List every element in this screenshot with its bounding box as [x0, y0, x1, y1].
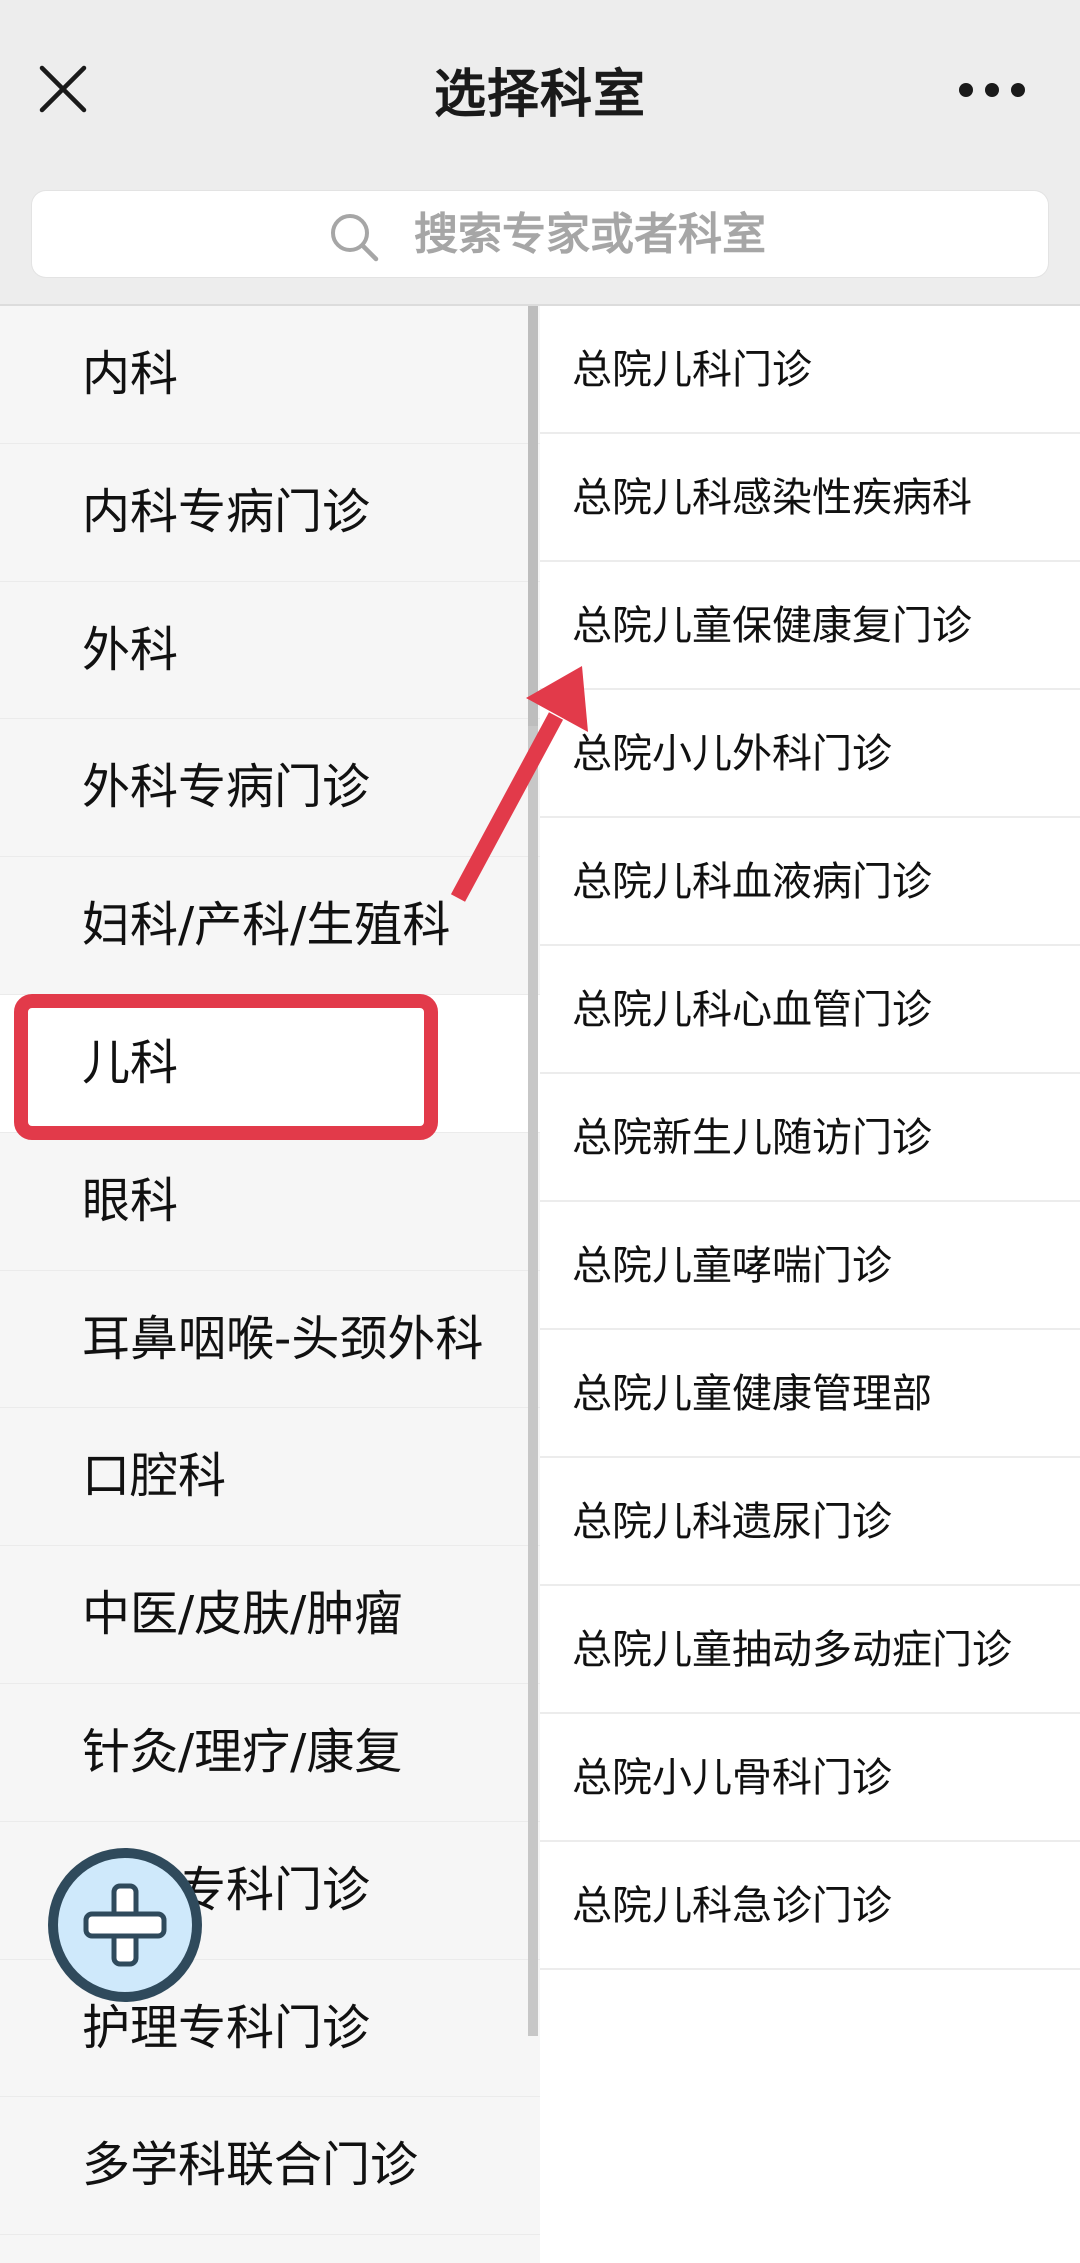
department-item-duoxueke[interactable]: 多学科联合门诊 [0, 2097, 540, 2236]
department-label: 妇科/产科/生殖科 [82, 897, 451, 954]
sub-department-item[interactable]: 总院新生儿随访门诊 [540, 1074, 1080, 1202]
department-label: 专科门诊 [178, 1861, 371, 1918]
sub-department-item[interactable]: 总院儿童健康管理部 [540, 1330, 1080, 1458]
sub-department-label: 总院儿童哮喘门诊 [572, 1243, 892, 1289]
department-label: 口腔科 [82, 1448, 227, 1505]
search-input[interactable] [414, 191, 974, 277]
more-dots-icon [959, 83, 1025, 97]
department-item-waike-zhuanbing[interactable]: 外科专病门诊 [0, 719, 540, 858]
department-label: 内科专病门诊 [82, 483, 371, 540]
sub-department-label: 总院儿科遗尿门诊 [572, 1499, 892, 1545]
department-label: 针灸/理疗/康复 [82, 1723, 403, 1780]
department-label: 中医/皮肤/肿瘤 [82, 1586, 403, 1643]
sub-department-label: 总院儿科门诊 [572, 347, 812, 393]
scrollbar-thumb[interactable] [528, 306, 538, 726]
department-label: 内科 [82, 346, 179, 402]
sub-department-item[interactable]: 总院儿科急诊门诊 [540, 1842, 1080, 1970]
sub-department-label: 总院小儿骨科门诊 [572, 1755, 892, 1801]
page-title: 选择科室 [433, 65, 646, 125]
department-item-zhenjiu[interactable]: 针灸/理疗/康复 [0, 1684, 540, 1822]
floating-add-button[interactable] [48, 1848, 202, 2002]
sub-department-label: 总院儿童保健康复门诊 [572, 603, 972, 649]
sub-department-item[interactable]: 总院儿童抽动多动症门诊 [540, 1586, 1080, 1714]
sub-department-item[interactable]: 总院儿科门诊 [540, 306, 1080, 434]
sub-department-item[interactable]: 总院儿科血液病门诊 [540, 818, 1080, 946]
title-bar: 选择科室 [0, 0, 1080, 166]
sub-department-label: 总院儿童健康管理部 [572, 1371, 932, 1417]
department-label: 外科专病门诊 [82, 759, 371, 816]
department-item-yanke[interactable]: 眼科 [0, 1133, 540, 1271]
sub-department-label: 总院儿科急诊门诊 [572, 1883, 892, 1929]
sub-department-item[interactable]: 总院儿科心血管门诊 [540, 946, 1080, 1074]
department-label: 儿科 [82, 1034, 179, 1091]
sub-department-label: 总院小儿外科门诊 [572, 731, 892, 777]
department-label: 外科 [82, 621, 179, 678]
department-item-waike[interactable]: 外科 [0, 582, 540, 720]
sub-department-item[interactable]: 总院儿童保健康复门诊 [540, 562, 1080, 690]
department-item-neike[interactable]: 内科 [0, 306, 540, 444]
search-icon [331, 214, 379, 262]
department-item-erbiyanhou[interactable]: 耳鼻咽喉-头颈外科 [0, 1271, 540, 1409]
plus-icon [83, 1883, 167, 1967]
sub-department-item[interactable]: 总院小儿外科门诊 [540, 690, 1080, 818]
sub-department-item[interactable]: 总院儿科感染性疾病科 [540, 434, 1080, 562]
department-item-erke[interactable]: 儿科 [0, 994, 540, 1133]
sub-department-item[interactable]: 总院儿童哮喘门诊 [540, 1202, 1080, 1330]
sub-department-label: 总院新生儿随访门诊 [572, 1115, 932, 1161]
sub-department-label: 总院儿科血液病门诊 [572, 859, 932, 905]
department-item-neike-zhuanbing[interactable]: 内科专病门诊 [0, 444, 540, 582]
more-button[interactable] [958, 72, 1062, 108]
sub-department-label: 总院儿科感染性疾病科 [572, 475, 972, 521]
department-item-kouqiang[interactable]: 口腔科 [0, 1408, 540, 1547]
department-label: 多学科联合门诊 [82, 2137, 419, 2194]
sub-department-label: 总院儿科心血管门诊 [572, 987, 932, 1033]
sub-department-label: 总院儿童抽动多动症门诊 [572, 1627, 1012, 1673]
sub-department-item[interactable]: 总院小儿骨科门诊 [540, 1714, 1080, 1842]
department-item-fuke[interactable]: 妇科/产科/生殖科 [0, 857, 540, 995]
sub-department-item[interactable]: 总院儿科遗尿门诊 [540, 1458, 1080, 1586]
sub-department-list: 总院儿科门诊 总院儿科感染性疾病科 总院儿童保健康复门诊 总院小儿外科门诊 总院… [540, 306, 1080, 2263]
search-bar [0, 166, 1080, 304]
department-label: 眼科 [82, 1172, 179, 1229]
scrollbar[interactable] [528, 306, 538, 2036]
department-item-zhongyi[interactable]: 中医/皮肤/肿瘤 [0, 1546, 540, 1684]
department-label: 耳鼻咽喉-头颈外科 [82, 1310, 484, 1367]
search-box[interactable] [32, 191, 1048, 277]
